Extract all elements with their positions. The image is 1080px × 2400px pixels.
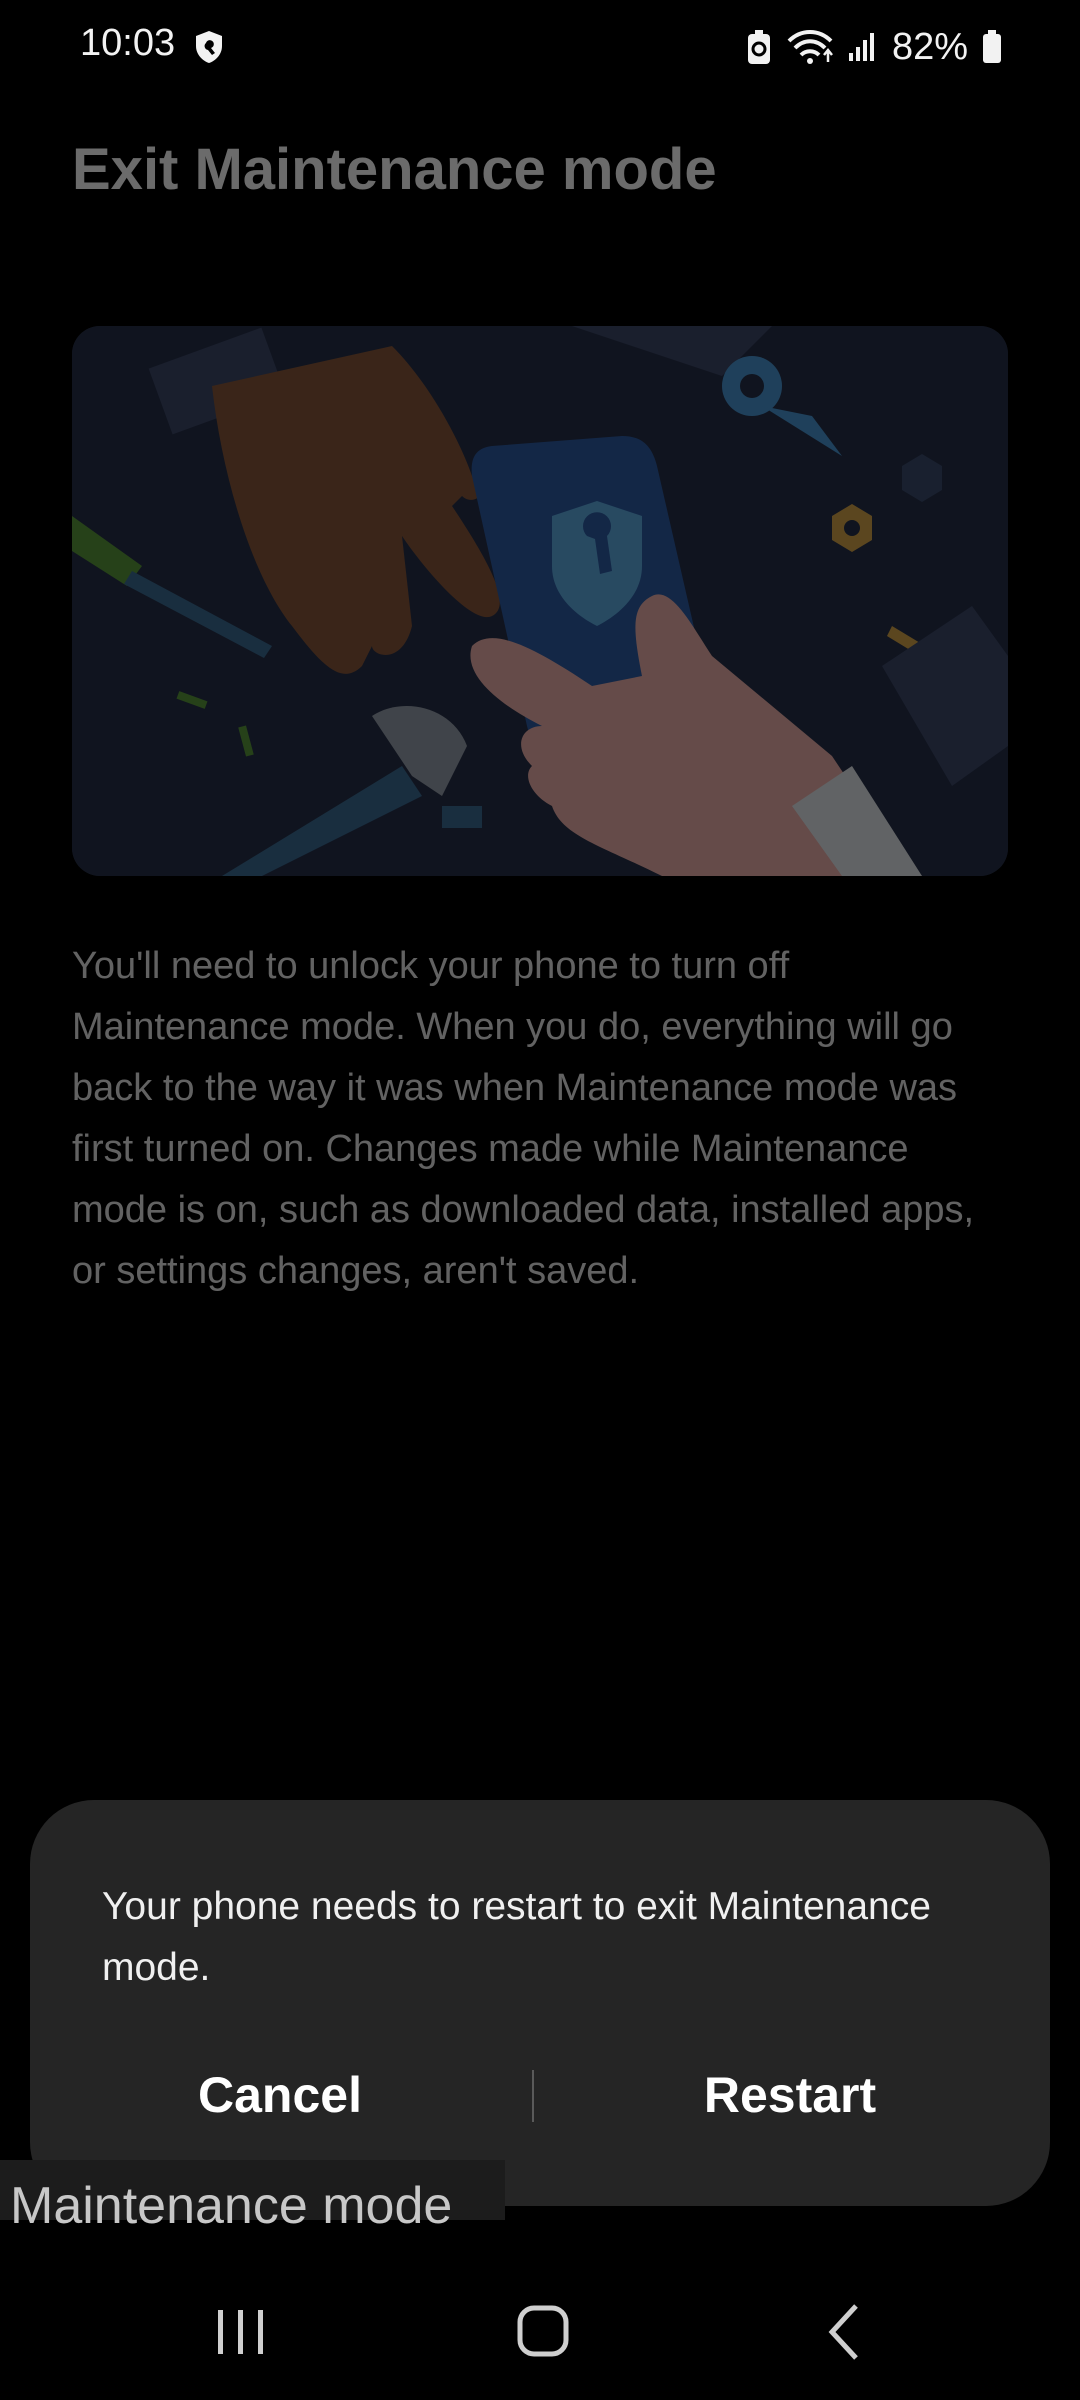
back-button[interactable]	[784, 2280, 904, 2380]
back-icon	[828, 2304, 858, 2360]
status-time: 10:03	[80, 22, 176, 64]
dialog-actions: Cancel Restart	[30, 2050, 1050, 2140]
cancel-button[interactable]: Cancel	[90, 2050, 470, 2140]
home-button[interactable]	[482, 2280, 602, 2380]
restart-dialog: Your phone needs to restart to exit Main…	[30, 1800, 1050, 2206]
dialog-message: Your phone needs to restart to exit Main…	[102, 1885, 931, 1989]
navigation-bar	[0, 2250, 1080, 2400]
page-description: You'll need to unlock your phone to turn…	[72, 945, 975, 1292]
shield-icon	[196, 31, 222, 63]
home-icon	[517, 2305, 569, 2357]
recents-button[interactable]	[180, 2280, 300, 2380]
status-bar: 10:03 82%	[0, 0, 1080, 96]
status-icons: 82%	[746, 22, 1002, 72]
button-divider	[532, 2070, 534, 2122]
maintenance-mode-label: Maintenance mode	[10, 2177, 453, 2235]
battery-percent: 82%	[891, 25, 968, 68]
signal-icon	[848, 33, 874, 61]
page-title: Exit Maintenance mode	[72, 137, 717, 202]
battery-icon	[983, 30, 1001, 63]
recents-icon	[218, 2310, 263, 2354]
maintenance-illustration	[72, 326, 1008, 876]
maintenance-mode-page: Exit Maintenance mode You'll need to unl…	[0, 96, 1080, 2066]
restart-button[interactable]: Restart	[600, 2050, 980, 2140]
data-saver-icon	[747, 30, 770, 64]
wifi-icon	[787, 30, 833, 64]
